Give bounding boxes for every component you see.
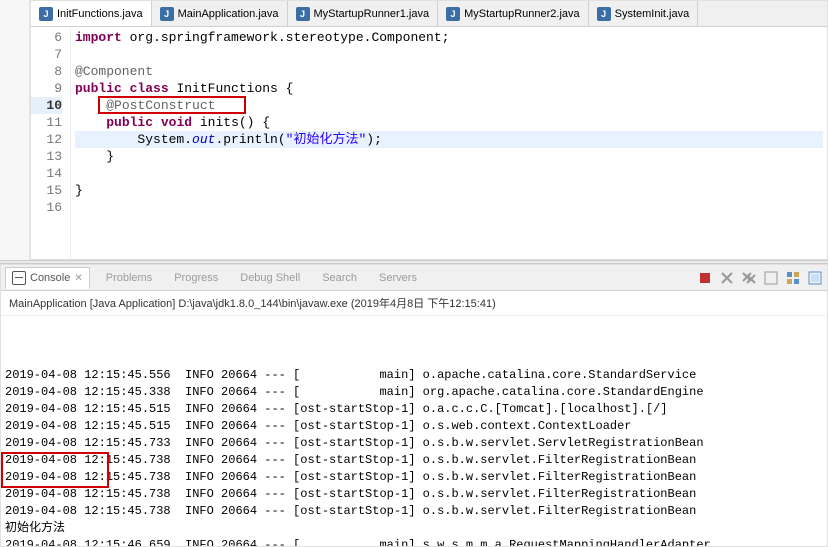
console-line: 初始化方法 [5,520,823,537]
console-line: 2019-04-08 12:15:45.738 INFO 20664 --- [… [5,452,823,469]
terminate-icon[interactable] [697,270,713,286]
code-line[interactable]: public class InitFunctions { [75,80,823,97]
close-icon[interactable]: ✕ [74,273,82,284]
editor-left-gutter [0,0,30,260]
console-line: 2019-04-08 12:15:45.738 INFO 20664 --- [… [5,486,823,503]
console-line: 2019-04-08 12:15:46.659 INFO 20664 --- [… [5,537,823,546]
console-icon [12,271,26,285]
java-file-icon: J [160,7,174,21]
java-file-icon: J [597,7,611,21]
display-selected-icon[interactable] [807,270,823,286]
editor-area: J InitFunctions.java J MainApplication.java… [30,0,828,260]
bottom-tabbar: Console ✕ Problems Progress Debug Shell … [1,265,827,291]
process-title: MainApplication [Java Application] D:\ja… [1,291,827,316]
remove-launch-icon[interactable] [719,270,735,286]
editor-tab[interactable]: J SystemInit.java [589,1,699,26]
editor-tab-label: MyStartupRunner1.java [314,8,430,20]
editor-tab[interactable]: J MyStartupRunner1.java [288,1,439,26]
code-line[interactable]: @Component [75,63,823,80]
pin-console-icon[interactable] [785,270,801,286]
console-line: 2019-04-08 12:15:45.338 INFO 20664 --- [… [5,384,823,401]
java-file-icon: J [296,7,310,21]
tab-console[interactable]: Console ✕ [5,267,90,289]
console-line: 2019-04-08 12:15:45.738 INFO 20664 --- [… [5,469,823,486]
tab-problems[interactable]: Problems [100,269,158,287]
console-output[interactable]: 2019-04-08 12:15:45.556 INFO 20664 --- [… [1,316,827,546]
code-line[interactable]: public void inits() { [75,114,823,131]
tab-debug-shell[interactable]: Debug Shell [234,269,306,287]
code-line[interactable]: @PostConstruct [75,97,823,114]
tab-progress[interactable]: Progress [168,269,224,287]
console-line: 2019-04-08 12:15:45.515 INFO 20664 --- [… [5,401,823,418]
console-line: 2019-04-08 12:15:45.733 INFO 20664 --- [… [5,435,823,452]
editor-tab[interactable]: J MainApplication.java [152,1,288,26]
code-line[interactable]: System.out.println("初始化方法"); [75,131,823,148]
code-line[interactable] [75,165,823,182]
remove-all-icon[interactable] [741,270,757,286]
editor-tab[interactable]: J InitFunctions.java [31,1,152,27]
code-line[interactable]: } [75,148,823,165]
code-line[interactable]: } [75,182,823,199]
console-line: 2019-04-08 12:15:45.556 INFO 20664 --- [… [5,367,823,384]
editor-tab-label: MyStartupRunner2.java [464,8,580,20]
java-file-icon: J [39,7,53,21]
tab-search[interactable]: Search [316,269,363,287]
line-number-gutter: 678910111213141516 [31,27,71,259]
console-line: 2019-04-08 12:15:45.515 INFO 20664 --- [… [5,418,823,435]
bottom-panel: Console ✕ Problems Progress Debug Shell … [0,264,828,547]
tab-servers[interactable]: Servers [373,269,423,287]
code-lines[interactable]: import org.springframework.stereotype.Co… [71,27,827,259]
code-line[interactable] [75,46,823,63]
editor-tab[interactable]: J MyStartupRunner2.java [438,1,589,26]
console-line: 2019-04-08 12:15:45.738 INFO 20664 --- [… [5,503,823,520]
java-file-icon: J [446,7,460,21]
code-line[interactable] [75,199,823,216]
editor-tab-label: SystemInit.java [615,8,690,20]
tab-console-label: Console [30,272,70,284]
console-toolbar [697,270,823,286]
editor-tab-label: InitFunctions.java [57,8,143,20]
editor-tab-label: MainApplication.java [178,8,279,20]
code-line[interactable]: import org.springframework.stereotype.Co… [75,29,823,46]
code-editor[interactable]: 678910111213141516 import org.springfram… [31,27,827,259]
scroll-lock-icon[interactable] [763,270,779,286]
editor-tabs: J InitFunctions.java J MainApplication.java… [31,1,827,27]
